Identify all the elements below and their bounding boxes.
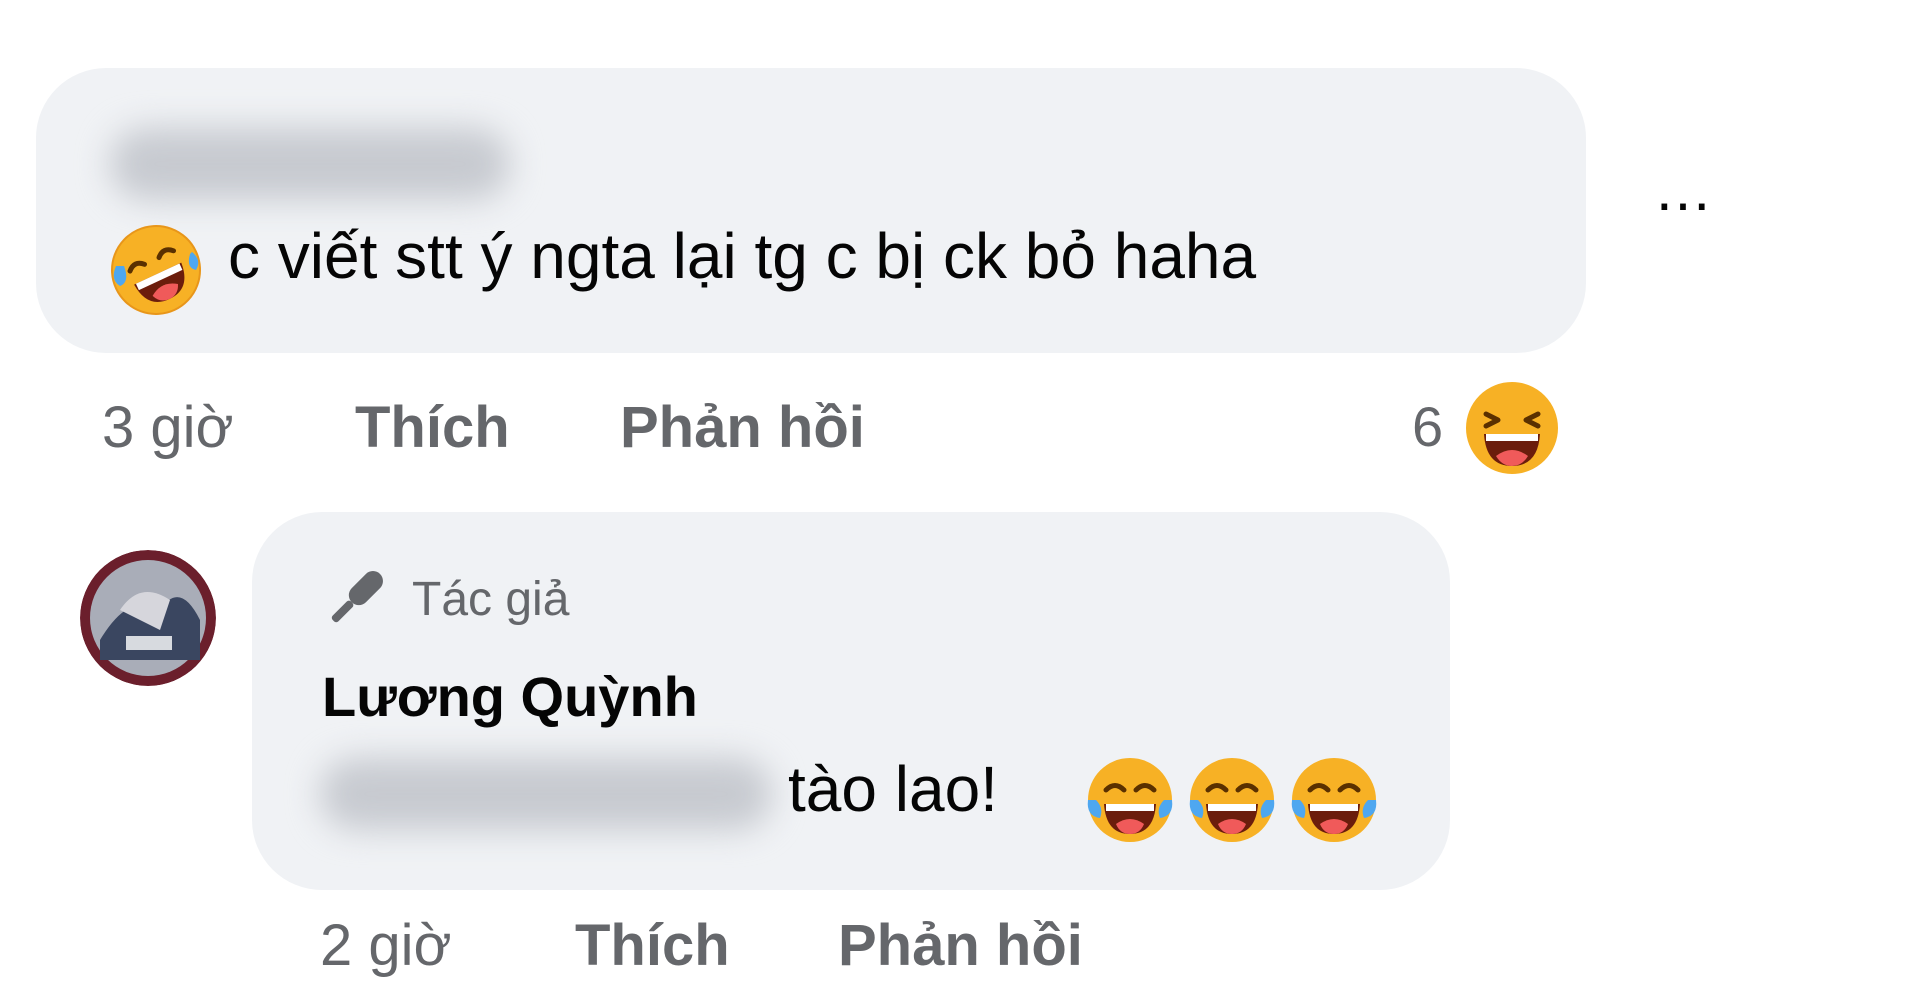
comment-text: c viết stt ý ngta lại tg c bị ck bỏ haha [228, 220, 1257, 292]
like-button[interactable]: Thích [575, 912, 730, 979]
blurred-reply-text [320, 758, 772, 830]
comment-bubble [36, 68, 1586, 353]
more-options-button[interactable]: ... [1656, 160, 1712, 220]
reply-button[interactable]: Phản hồi [620, 394, 865, 461]
comment-timestamp[interactable]: 3 giờ [102, 394, 234, 461]
tears-of-joy-emoji [1087, 758, 1173, 842]
reply-timestamp[interactable]: 2 giờ [320, 912, 452, 979]
rolling-on-floor-laughing-emoji [111, 225, 201, 315]
author-avatar[interactable] [80, 550, 216, 686]
pen-icon [331, 571, 383, 623]
tears-of-joy-emoji [1189, 758, 1275, 842]
haha-reaction-icon[interactable] [1460, 376, 1564, 480]
reaction-count[interactable]: 6 [1412, 394, 1443, 459]
author-badge-label: Tác giả [412, 573, 570, 626]
reply-text: tào lao! [788, 753, 998, 825]
reply-button[interactable]: Phản hồi [838, 912, 1083, 979]
like-button[interactable]: Thích [355, 394, 510, 461]
blurred-commenter-name [110, 128, 510, 200]
reply-author-name[interactable]: Lương Quỳnh [322, 664, 698, 729]
tears-of-joy-emoji [1291, 758, 1377, 842]
